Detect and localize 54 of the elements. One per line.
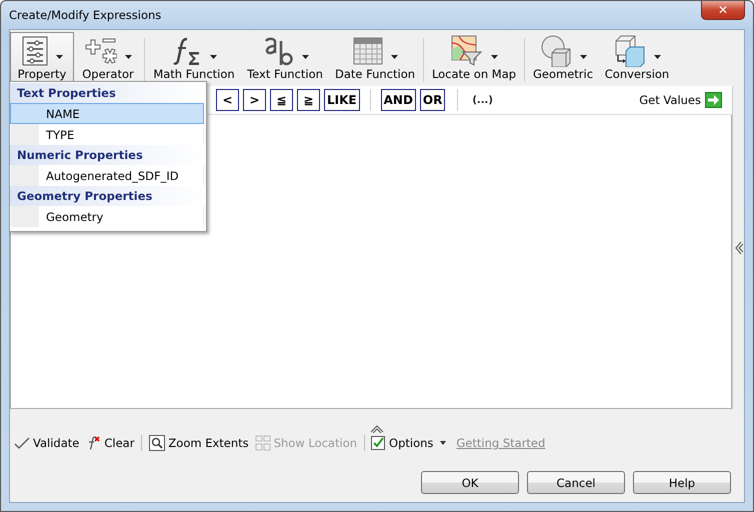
checkmark-icon [14, 437, 30, 449]
expression-token-button[interactable]: AND [380, 89, 416, 111]
checkbox[interactable] [371, 436, 386, 450]
dropdown-caret-icon[interactable] [302, 55, 308, 59]
close-button[interactable]: ✕ [701, 1, 745, 20]
menu-item[interactable]: TYPE [10, 124, 204, 145]
function-sigma-icon [172, 36, 202, 66]
dropdown-caret-icon[interactable] [56, 55, 62, 59]
toolbar-button[interactable]: Locate on Map [426, 32, 522, 84]
toolbar-button[interactable]: Math Function [147, 32, 241, 84]
dialog-button[interactable]: OK [421, 471, 519, 494]
menu-item[interactable]: Geometry [10, 206, 204, 227]
dropdown-caret-icon[interactable] [490, 55, 498, 59]
dialog-button[interactable]: Cancel [527, 471, 625, 494]
dropdown-caret-icon[interactable] [124, 55, 132, 59]
arrow-right-icon [705, 92, 722, 108]
calendar-icon [352, 37, 382, 65]
get-values-button[interactable]: Get Values [639, 92, 722, 108]
expression-token-button[interactable]: > [243, 89, 266, 111]
tool-button[interactable]: Validate [13, 436, 80, 450]
collapse-left-icon[interactable] [734, 240, 742, 254]
toolbar-button[interactable]: Geometric [527, 32, 599, 84]
dialog-button[interactable]: Help [633, 471, 731, 494]
collapse-up-icon[interactable] [370, 425, 384, 433]
map-filter-icon [450, 35, 482, 67]
window-title: Create/Modify Expressions [9, 8, 162, 22]
operator-symbols-icon [84, 36, 116, 66]
menu-group-header: Geometry Properties [10, 186, 206, 206]
cube-conversion-icon [614, 35, 646, 67]
magnifier-frame-icon [149, 435, 166, 451]
dropdown-caret-icon[interactable] [210, 55, 216, 59]
expression-token-button[interactable]: < [216, 89, 239, 111]
layout-grid-icon [254, 435, 271, 451]
dropdown-caret-icon[interactable] [580, 55, 586, 59]
expression-token-button[interactable]: ≦ [270, 89, 293, 111]
toolbar-button[interactable]: Property [10, 32, 74, 84]
toolbar-button[interactable]: Operator [74, 32, 142, 84]
options-button[interactable]: Options [388, 436, 448, 450]
toolbar-button[interactable]: Conversion [599, 32, 675, 84]
expression-token-button[interactable]: LIKE [324, 89, 360, 111]
tool-button[interactable]: Clear [84, 436, 136, 450]
toolbar-button[interactable]: Text Function [241, 32, 329, 84]
dropdown-caret-icon[interactable] [654, 55, 660, 59]
menu-item[interactable]: NAME [10, 103, 204, 124]
menu-group-header: Text Properties [10, 83, 206, 103]
menu-group-header: Numeric Properties [10, 145, 206, 165]
expression-token-button[interactable]: OR [420, 89, 446, 111]
sliders-icon [22, 36, 48, 66]
toolbar-button[interactable]: Date Function [329, 32, 421, 84]
circle-and-cube-icon [540, 35, 572, 67]
dropdown-caret-icon[interactable] [390, 55, 398, 59]
tool-button[interactable]: Zoom Extents [148, 435, 250, 451]
menu-item[interactable]: Autogenerated_SDF_ID [10, 165, 204, 186]
expression-token-button[interactable]: ≧ [297, 89, 320, 111]
